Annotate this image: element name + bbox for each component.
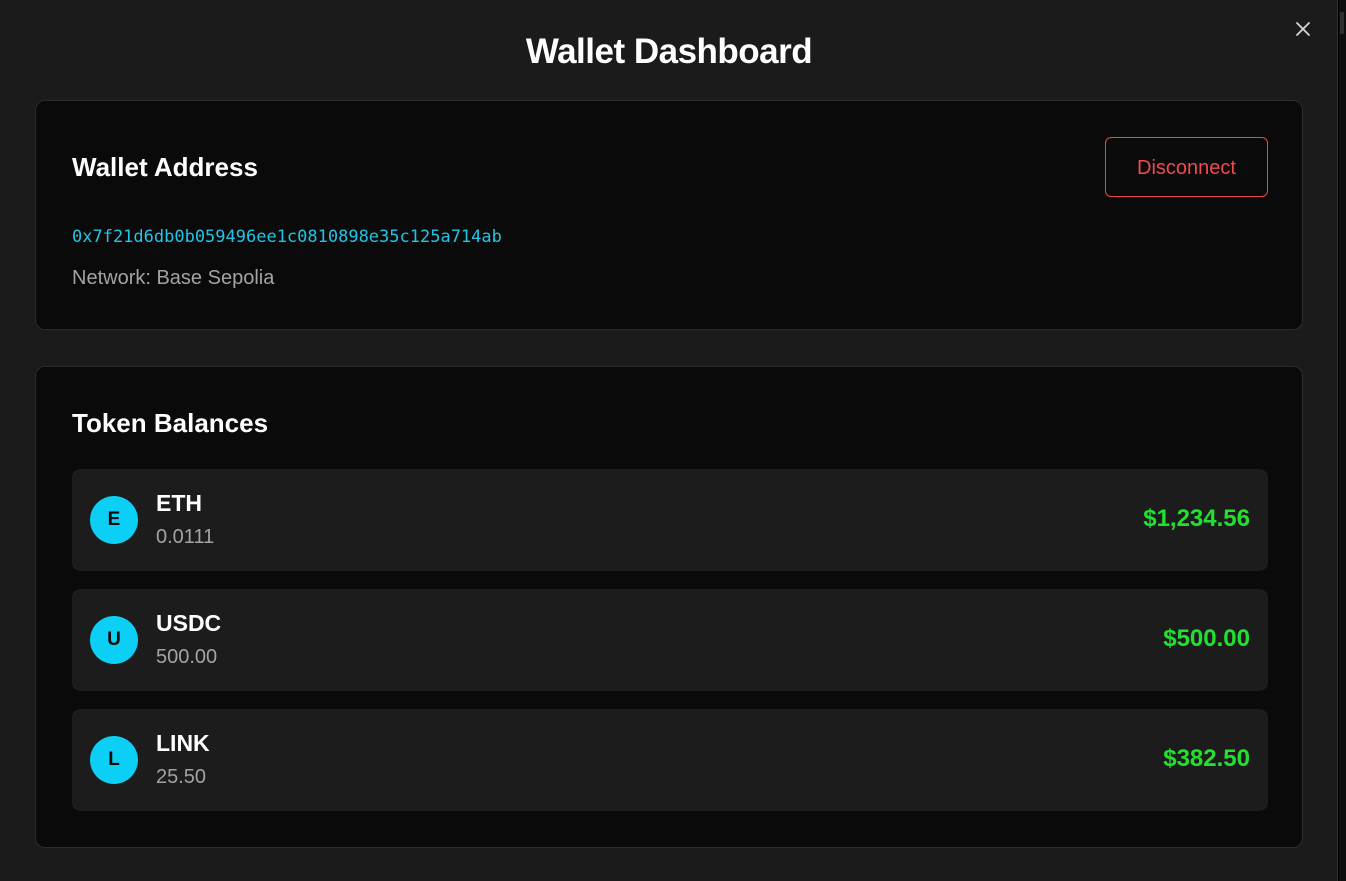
token-amount: 0.0111 (156, 526, 215, 548)
wallet-address-card: Wallet Address Disconnect 0x7f21d6db0b05… (35, 100, 1303, 330)
token-symbol: USDC (156, 610, 222, 636)
token-row-usdc[interactable]: U USDC 500.00 $500.00 (72, 589, 1268, 691)
token-symbol: LINK (156, 730, 210, 756)
token-balances-card: Token Balances E ETH 0.0111 $1,234.56 U … (35, 366, 1303, 848)
page-title: Wallet Dashboard (525, 32, 813, 71)
token-amount: 25.50 (156, 766, 207, 788)
token-usd-value: $1,234.56 (1143, 505, 1250, 532)
token-symbol: ETH (156, 490, 202, 516)
wallet-dashboard-modal: Wallet Dashboard Wallet Address Disconne… (0, 0, 1338, 881)
token-avatar-link: L (90, 736, 138, 784)
token-balances-heading: Token Balances (72, 408, 269, 438)
token-amount: 500.00 (156, 646, 218, 668)
window-edge-strip (1339, 0, 1346, 881)
token-row-link[interactable]: L LINK 25.50 $382.50 (72, 709, 1268, 811)
wallet-address-value[interactable]: 0x7f21d6db0b059496ee1c0810898e35c125a714… (72, 226, 502, 248)
token-row-eth[interactable]: E ETH 0.0111 $1,234.56 (72, 469, 1268, 571)
token-avatar-usdc: U (90, 616, 138, 664)
token-avatar-eth: E (90, 496, 138, 544)
network-label: Network: Base Sepolia (72, 267, 275, 289)
edge-notch (1340, 12, 1344, 34)
wallet-address-heading: Wallet Address (72, 152, 258, 182)
disconnect-button[interactable]: Disconnect (1105, 137, 1268, 197)
token-usd-value: $500.00 (1163, 625, 1250, 652)
token-usd-value: $382.50 (1163, 745, 1250, 772)
